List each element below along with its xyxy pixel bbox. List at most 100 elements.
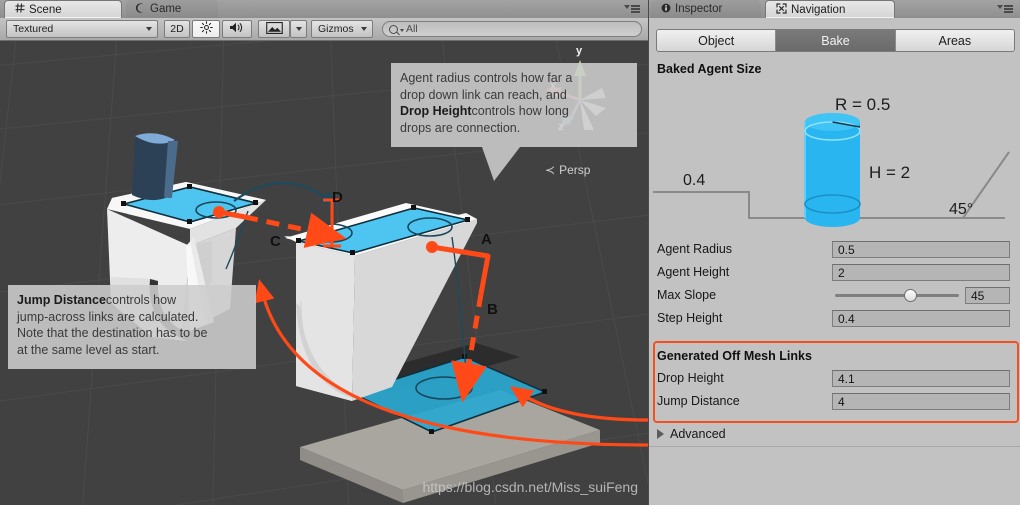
draw-mode-dropdown[interactable]: Textured: [6, 20, 158, 38]
radius-label-text: R = 0.5: [835, 95, 890, 114]
effects-dropdown-button[interactable]: [290, 20, 307, 38]
callout-text-line: drop down link can reach, and: [400, 87, 567, 102]
toggle-2d-button[interactable]: 2D: [164, 20, 190, 38]
tab-bake-label: Bake: [821, 33, 850, 48]
baked-agent-size-title: Baked Agent Size: [657, 62, 762, 76]
max-slope-slider[interactable]: [835, 287, 959, 304]
property-row-drop-height: Drop Height 4.1: [649, 368, 1020, 391]
property-row-agent-height: Agent Height 2: [649, 262, 1020, 285]
tab-inspector-label: Inspector: [675, 3, 723, 15]
jump-distance-input[interactable]: 4: [832, 393, 1010, 410]
tab-scene[interactable]: Scene: [4, 0, 122, 18]
callout-text-line: drops are connection.: [400, 120, 521, 135]
chevron-down-icon: [295, 27, 302, 31]
navmesh-icon: [776, 2, 787, 17]
jump-distance-callout: Jump Distancecontrols how jump-across lin…: [8, 285, 256, 369]
scene-search-input[interactable]: All: [382, 21, 642, 37]
tab-navigation[interactable]: Navigation: [765, 0, 895, 18]
info-icon: [661, 3, 671, 16]
triangle-right-icon: [657, 429, 664, 439]
gizmo-axis-y-label: y: [576, 45, 583, 57]
point-label-d: D: [332, 189, 343, 206]
step-label-text: 0.4: [683, 172, 705, 189]
tab-navigation-label: Navigation: [791, 3, 846, 16]
scene-projection-toggle[interactable]: ≺ Persp: [545, 163, 590, 177]
image-icon: [265, 21, 283, 37]
property-row-step-height: Step Height 0.4: [649, 308, 1020, 331]
agent-radius-label: Agent Radius: [657, 242, 733, 256]
unity-editor-window: Scene Game Textured 2D Gizmos All y ≺ Pe…: [0, 0, 1020, 505]
chevron-down-icon: [146, 27, 152, 31]
drop-height-callout: Agent radius controls how far a drop down…: [391, 63, 637, 147]
tab-scene-label: Scene: [29, 3, 62, 16]
step-height-label: Step Height: [657, 311, 723, 325]
drop-height-input[interactable]: 4.1: [832, 370, 1010, 387]
audio-toggle-button[interactable]: [222, 20, 252, 38]
scene-panel-menu-icon[interactable]: [624, 4, 640, 16]
agent-size-diagram: R = 0.5 H = 2 0.4 45°: [653, 80, 1016, 232]
effects-toggle-button[interactable]: [258, 20, 290, 38]
slider-track: [835, 294, 959, 297]
slope-label-text: 45°: [949, 201, 973, 218]
point-label-a: A: [481, 231, 492, 248]
scene-viewport[interactable]: y x z ≺ Persp Agent radius controls how …: [0, 41, 648, 505]
tab-object-label: Object: [698, 33, 735, 48]
gamepad-icon: [135, 2, 146, 16]
inspector-body: Object Bake Areas Baked Agent Size R = 0…: [649, 18, 1020, 505]
scene-toolbar: Textured 2D Gizmos All: [0, 18, 648, 41]
agent-height-input[interactable]: 2: [832, 264, 1010, 281]
drop-height-callout-tail: [482, 147, 520, 181]
jump-distance-label: Jump Distance: [657, 394, 740, 408]
chevron-down-icon: [361, 27, 367, 31]
gizmos-label: Gizmos: [318, 23, 354, 35]
grid-icon: [15, 3, 25, 16]
search-icon: [389, 24, 398, 34]
height-label-text: H = 2: [869, 163, 910, 182]
max-slope-input[interactable]: 45: [965, 287, 1010, 304]
callout-text-line: Drop Heightcontrols how long: [400, 104, 569, 118]
point-label-c: C: [270, 233, 281, 250]
callout-line: Agent radius controls how far a drop down…: [400, 70, 628, 136]
generated-off-mesh-links-title: Generated Off Mesh Links: [657, 349, 812, 363]
scene-search-text: All: [406, 23, 418, 35]
watermark: https://blog.csdn.net/Miss_suiFeng: [422, 479, 638, 495]
tab-game[interactable]: Game: [126, 0, 218, 18]
speaker-icon: [229, 21, 245, 37]
slider-knob[interactable]: [904, 289, 918, 302]
tab-inspector[interactable]: Inspector: [651, 0, 761, 18]
draw-mode-label: Textured: [13, 23, 54, 35]
chevron-left-icon: ≺: [545, 163, 556, 177]
callout-text-line: Jump Distancecontrols how: [17, 293, 177, 307]
drop-height-label: Drop Height: [657, 371, 724, 385]
tab-areas-label: Areas: [938, 33, 972, 48]
chevron-down-icon: [400, 28, 404, 32]
callout-line: Jump Distancecontrols how jump-across lin…: [17, 292, 247, 358]
point-label-b: B: [487, 301, 498, 318]
toggle-2d-label: 2D: [170, 23, 184, 35]
advanced-foldout[interactable]: Advanced: [657, 427, 726, 441]
tab-bake[interactable]: Bake: [776, 30, 896, 51]
callout-text-line: Agent radius controls how far a: [400, 71, 573, 85]
property-row-max-slope: Max Slope 45: [649, 285, 1020, 308]
callout-text-line: at the same level as start.: [17, 342, 160, 357]
scene-projection-label: Persp: [559, 163, 591, 177]
tab-areas[interactable]: Areas: [895, 30, 1014, 51]
inspector-panel-menu-icon[interactable]: [997, 4, 1013, 16]
tab-game-label: Game: [150, 3, 182, 15]
agent-cylinder: [804, 113, 861, 227]
sun-icon: [199, 21, 213, 37]
advanced-label: Advanced: [670, 427, 726, 441]
bake-mode-segmented-control[interactable]: Object Bake Areas: [656, 29, 1015, 52]
property-row-agent-radius: Agent Radius 0.5: [649, 239, 1020, 262]
inspector-panel: Inspector Navigation Object Bake Areas B…: [649, 0, 1020, 505]
max-slope-label: Max Slope: [657, 288, 717, 302]
tab-object[interactable]: Object: [657, 30, 777, 51]
agent-height-label: Agent Height: [657, 265, 730, 279]
gizmos-dropdown[interactable]: Gizmos: [311, 20, 373, 38]
agent-radius-input[interactable]: 0.5: [832, 241, 1010, 258]
step-height-input[interactable]: 0.4: [832, 310, 1010, 327]
lighting-toggle-button[interactable]: [192, 20, 220, 38]
property-row-jump-distance: Jump Distance 4: [649, 391, 1020, 414]
scene-panel: Scene Game Textured 2D Gizmos All y ≺ Pe…: [0, 0, 648, 505]
callout-text-line: jump-across links are calculated.: [17, 309, 199, 324]
